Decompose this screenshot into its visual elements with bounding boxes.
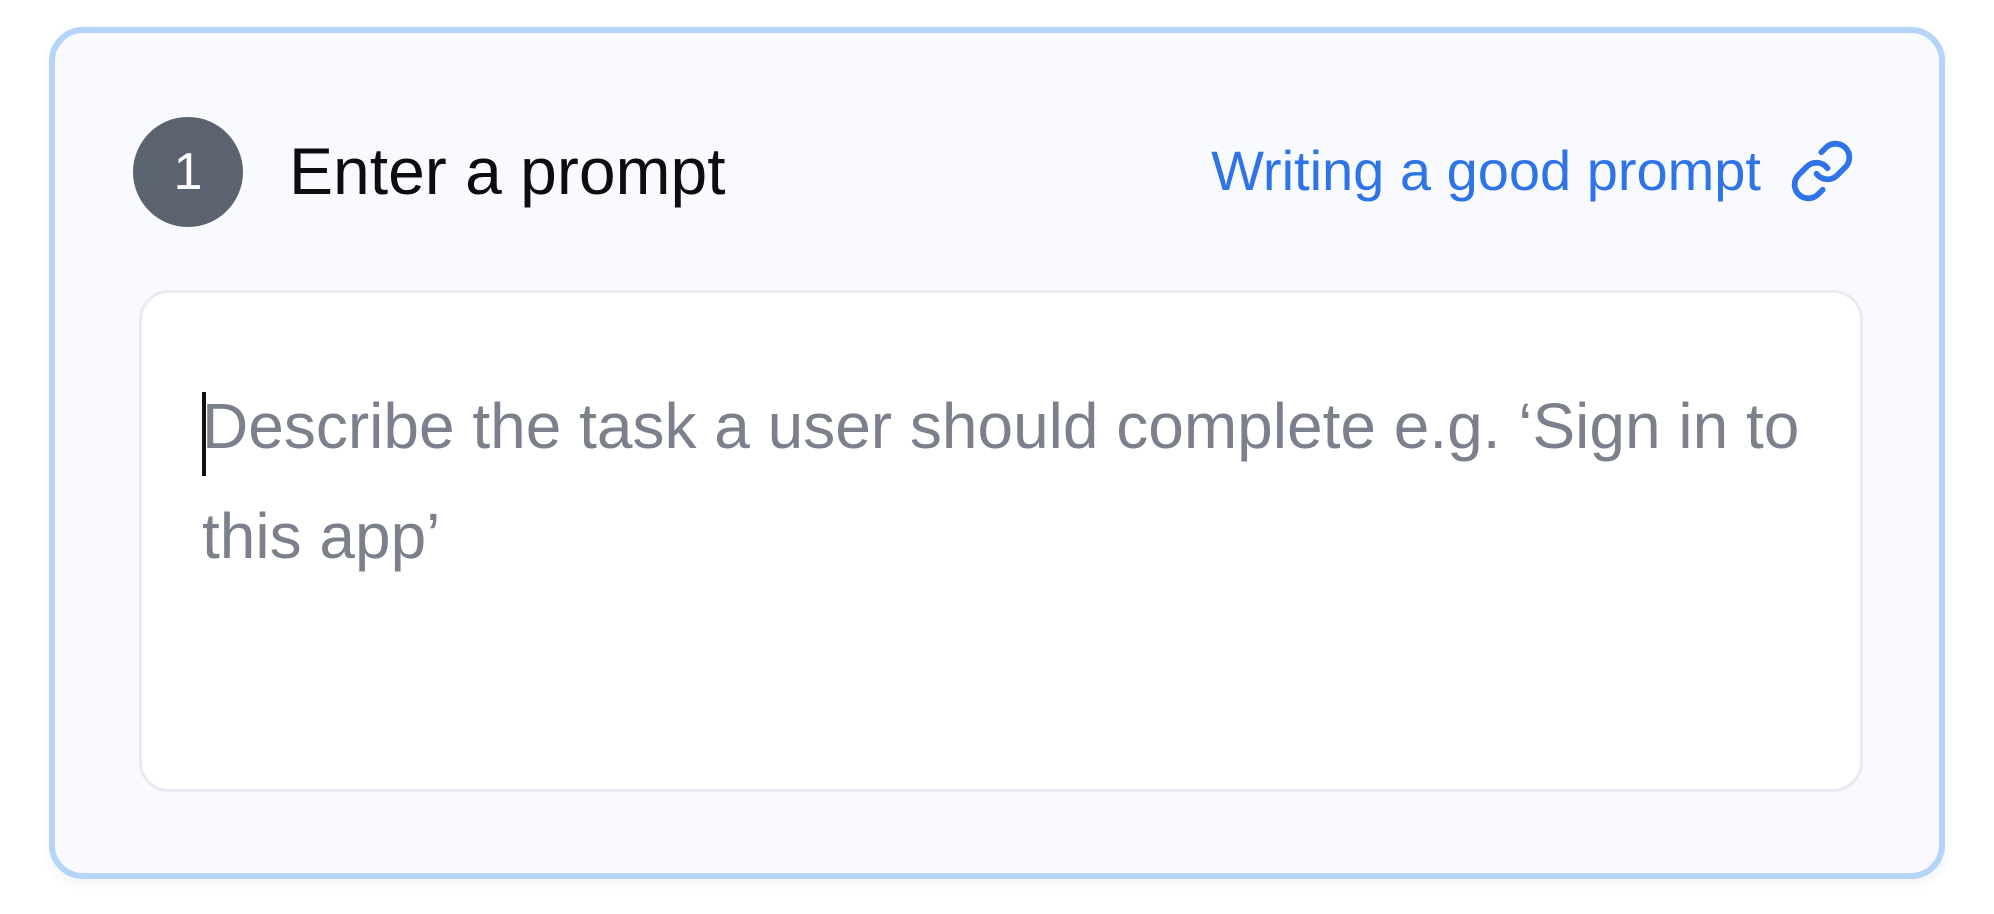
prompt-input[interactable] [142,293,1860,789]
writing-good-prompt-link[interactable]: Writing a good prompt [1211,131,1855,211]
step-header: 1 Enter a prompt Writing a good prompt [133,117,1855,229]
help-link-label: Writing a good prompt [1211,139,1761,202]
link-icon [1789,138,1855,204]
prompt-step-card: 1 Enter a prompt Writing a good prompt [49,27,1945,879]
prompt-input-container [139,290,1863,792]
text-caret [202,392,206,476]
step-number-badge: 1 [133,117,243,227]
step-title: Enter a prompt [289,134,726,208]
